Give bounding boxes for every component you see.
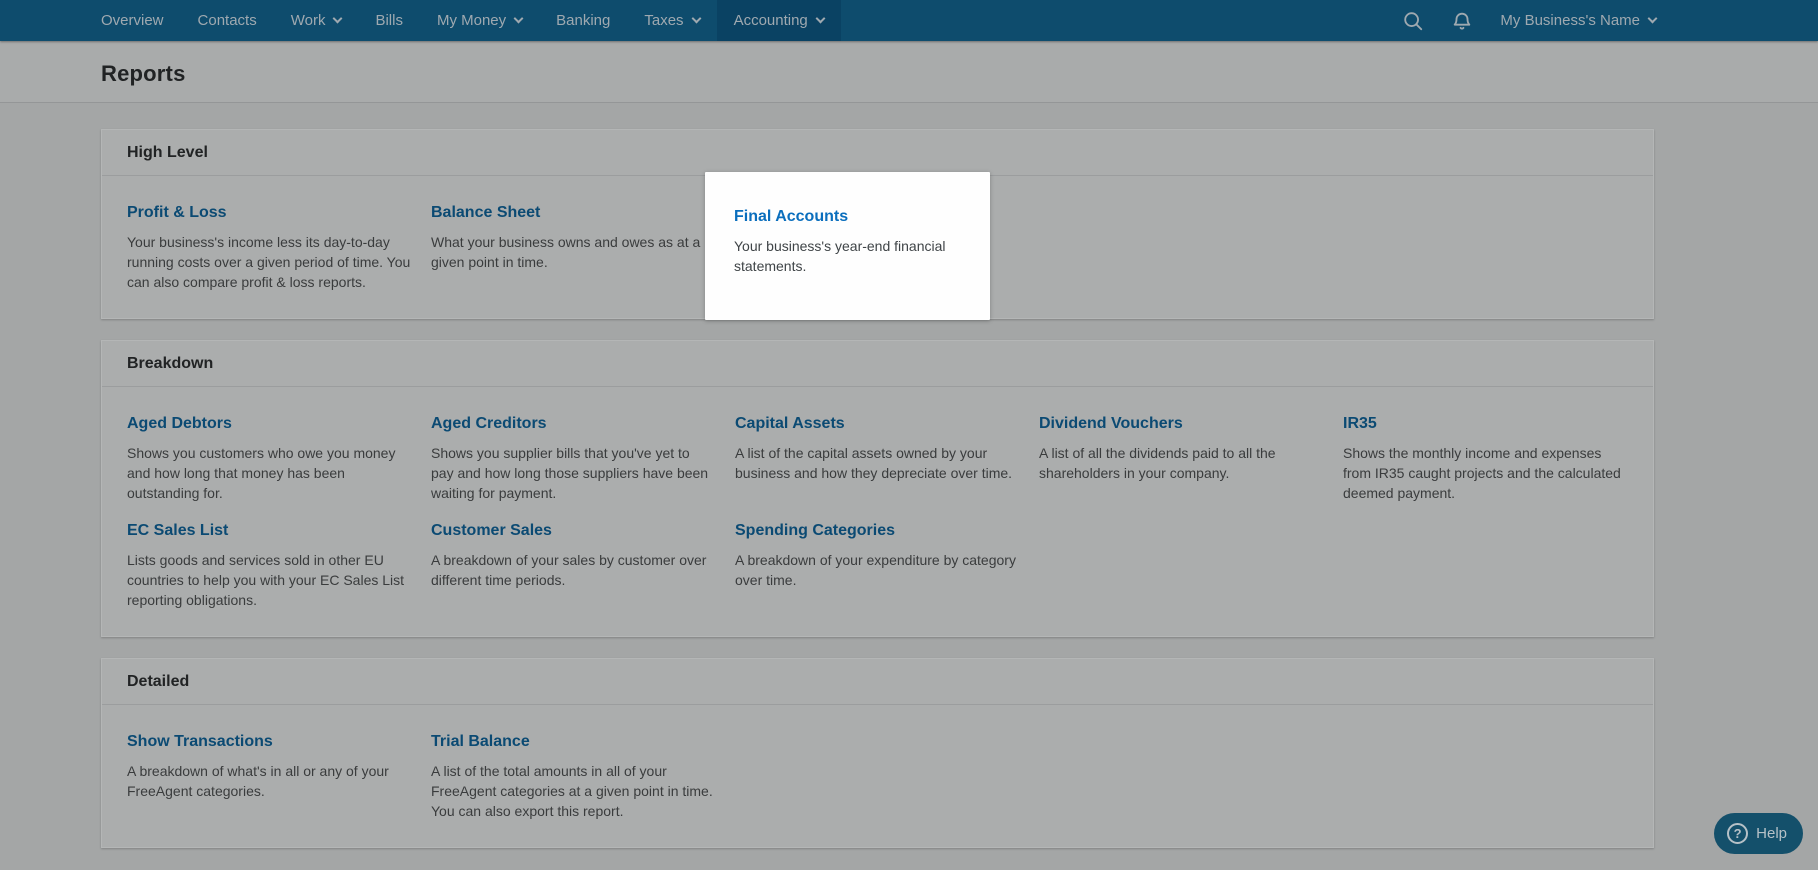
report-item-ec-sales-list: EC Sales List Lists goods and services s… — [127, 521, 431, 610]
nav-item-label: Overview — [101, 12, 164, 29]
page-header: Reports — [0, 41, 1818, 103]
report-link-ec-sales-list[interactable]: EC Sales List — [127, 521, 228, 540]
report-link-ir35[interactable]: IR35 — [1343, 414, 1377, 433]
report-item-customer-sales: Customer Sales A breakdown of your sales… — [431, 521, 735, 610]
report-link-customer-sales[interactable]: Customer Sales — [431, 521, 552, 540]
nav-item-bills[interactable]: Bills — [358, 0, 420, 41]
report-description: Your business's income less its day-to-d… — [127, 234, 411, 290]
nav-item-my-money[interactable]: My Money — [420, 0, 539, 41]
report-description: Shows you customers who owe you money an… — [127, 445, 396, 501]
page-title: Reports — [101, 61, 186, 86]
nav-item-label: Accounting — [733, 12, 808, 29]
notifications-bell-icon[interactable] — [1451, 10, 1473, 32]
chevron-down-icon — [513, 13, 524, 24]
nav-item-label: Work — [290, 12, 326, 29]
section-grid: Show Transactions A breakdown of what's … — [102, 705, 1653, 847]
report-description: A list of all the dividends paid to all … — [1039, 445, 1276, 481]
app-root: Overview Contacts Work Bills My Money Ba… — [0, 0, 1818, 870]
report-description: What your business owns and owes as at a… — [431, 234, 701, 270]
report-item-aged-creditors: Aged Creditors Shows you supplier bills … — [431, 414, 735, 503]
nav-item-label: Contacts — [197, 12, 257, 29]
report-link-capital-assets[interactable]: Capital Assets — [735, 414, 845, 433]
business-name-label: My Business's Name — [1500, 12, 1640, 29]
nav-item-label: Bills — [375, 12, 403, 29]
section-title: High Level — [102, 130, 1653, 176]
chevron-down-icon — [1647, 13, 1658, 24]
help-button[interactable]: ? Help — [1714, 813, 1803, 854]
nav-right-group: My Business's Name — [1402, 0, 1818, 41]
report-link-show-transactions[interactable]: Show Transactions — [127, 732, 273, 751]
nav-list: Overview Contacts Work Bills My Money Ba… — [84, 0, 841, 41]
section-title: Detailed — [102, 659, 1653, 705]
help-button-label: Help — [1756, 825, 1787, 842]
report-description: Lists goods and services sold in other E… — [127, 552, 405, 608]
report-description: Your business's year-end financial state… — [734, 238, 946, 274]
report-item-capital-assets: Capital Assets A list of the capital ass… — [735, 414, 1039, 503]
chevron-down-icon — [815, 13, 826, 24]
report-item-aged-debtors: Aged Debtors Shows you customers who owe… — [127, 414, 431, 503]
top-nav-bar: Overview Contacts Work Bills My Money Ba… — [0, 0, 1818, 41]
report-description: A list of the total amounts in all of yo… — [431, 763, 713, 819]
report-description: A breakdown of what's in all or any of y… — [127, 763, 389, 799]
report-description: Shows the monthly income and expenses fr… — [1343, 445, 1621, 501]
chevron-down-icon — [691, 13, 702, 24]
section-title: Breakdown — [102, 341, 1653, 387]
report-link-spending-categories[interactable]: Spending Categories — [735, 521, 895, 540]
nav-item-label: Taxes — [644, 12, 684, 29]
nav-item-label: My Money — [436, 12, 507, 29]
report-description: A breakdown of your sales by customer ov… — [431, 552, 707, 588]
report-link-dividend-vouchers[interactable]: Dividend Vouchers — [1039, 414, 1183, 433]
report-description: A list of the capital assets owned by yo… — [735, 445, 1013, 481]
report-item-balance-sheet: Balance Sheet What your business owns an… — [431, 203, 735, 292]
section-grid: Aged Debtors Shows you customers who owe… — [102, 387, 1653, 636]
report-description: A breakdown of your expenditure by categ… — [735, 552, 1016, 588]
chevron-down-icon — [333, 13, 343, 24]
nav-item-banking[interactable]: Banking — [539, 0, 627, 41]
nav-item-taxes[interactable]: Taxes — [627, 0, 716, 41]
report-item-dividend-vouchers: Dividend Vouchers A list of all the divi… — [1039, 414, 1343, 503]
report-link-balance-sheet[interactable]: Balance Sheet — [431, 203, 540, 222]
section-detailed: Detailed Show Transactions A breakdown o… — [101, 658, 1654, 848]
nav-item-overview[interactable]: Overview — [84, 0, 181, 41]
nav-item-work[interactable]: Work — [274, 0, 359, 41]
section-breakdown: Breakdown Aged Debtors Shows you custome… — [101, 340, 1654, 637]
report-link-trial-balance[interactable]: Trial Balance — [431, 732, 530, 751]
report-link-aged-debtors[interactable]: Aged Debtors — [127, 414, 232, 433]
question-mark-icon: ? — [1727, 823, 1749, 844]
spotlight-final-accounts: Final Accounts Your business's year-end … — [705, 172, 990, 320]
nav-item-contacts[interactable]: Contacts — [181, 0, 274, 41]
report-item-spending-categories: Spending Categories A breakdown of your … — [735, 521, 1039, 610]
report-item-trial-balance: Trial Balance A list of the total amount… — [431, 732, 735, 821]
report-link-profit-loss[interactable]: Profit & Loss — [127, 203, 227, 222]
search-icon[interactable] — [1402, 10, 1424, 32]
report-item-profit-loss: Profit & Loss Your business's income les… — [127, 203, 431, 292]
report-link-aged-creditors[interactable]: Aged Creditors — [431, 414, 547, 433]
report-item-show-transactions: Show Transactions A breakdown of what's … — [127, 732, 431, 821]
business-name-menu[interactable]: My Business's Name — [1500, 12, 1658, 29]
report-description: Shows you supplier bills that you've yet… — [431, 445, 709, 501]
report-item-ir35: IR35 Shows the monthly income and expens… — [1343, 414, 1629, 503]
nav-item-label: Banking — [556, 12, 611, 29]
report-link-final-accounts[interactable]: Final Accounts — [734, 207, 848, 226]
nav-item-accounting[interactable]: Accounting — [716, 0, 841, 41]
